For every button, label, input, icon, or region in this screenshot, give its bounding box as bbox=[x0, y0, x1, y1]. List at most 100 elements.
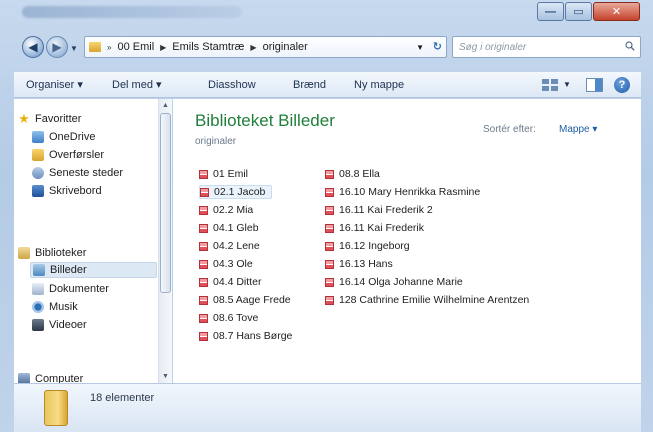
nav-pictures[interactable]: Billeder bbox=[30, 262, 157, 278]
recent-places-icon bbox=[32, 167, 44, 179]
organize-button[interactable]: Organiser ▾ bbox=[20, 78, 89, 91]
file-item[interactable]: 16.14 Olga Johanne Marie bbox=[325, 275, 463, 289]
videos-icon bbox=[32, 319, 44, 331]
nav-videos[interactable]: Videoer bbox=[32, 317, 87, 333]
breadcrumb-emils-stamtrae[interactable]: Emils Stamtræ bbox=[172, 41, 244, 53]
search-placeholder: Søg i originaler bbox=[459, 41, 527, 53]
nav-recent-places[interactable]: Seneste steder bbox=[32, 165, 123, 181]
file-item[interactable]: 04.4 Ditter bbox=[199, 275, 261, 289]
file-name: 128 Cathrine Emilie Wilhelmine Arentzen bbox=[339, 294, 530, 306]
file-item[interactable]: 16.12 Ingeborg bbox=[325, 239, 410, 253]
sort-by-dropdown[interactable]: Mappe ▾ bbox=[559, 124, 597, 135]
nav-libraries[interactable]: Biblioteker bbox=[18, 245, 86, 261]
file-item[interactable]: 02.2 Mia bbox=[199, 203, 253, 217]
nav-favorites[interactable]: ★ Favoritter bbox=[18, 111, 81, 127]
nav-onedrive[interactable]: OneDrive bbox=[32, 129, 95, 145]
views-dropdown-icon[interactable]: ▼ bbox=[563, 80, 571, 89]
file-name: 02.1 Jacob bbox=[214, 186, 266, 198]
pictures-icon bbox=[33, 264, 45, 276]
folder-icon bbox=[89, 42, 101, 52]
arrow-right-icon: ▶ bbox=[52, 40, 62, 54]
file-item[interactable]: 04.1 Gleb bbox=[199, 221, 259, 235]
search-icon[interactable] bbox=[625, 41, 635, 51]
back-button[interactable]: ◀ bbox=[22, 36, 44, 58]
file-name: 01 Emil bbox=[213, 168, 249, 180]
help-icon[interactable]: ? bbox=[614, 77, 630, 93]
file-item[interactable]: 08.7 Hans Børge bbox=[199, 329, 292, 343]
pdf-file-icon bbox=[199, 331, 208, 341]
pdf-file-icon bbox=[199, 295, 208, 305]
file-name: 04.4 Ditter bbox=[213, 276, 262, 288]
refresh-icon[interactable]: ↻ bbox=[433, 40, 442, 53]
nav-downloads-label: Overførsler bbox=[49, 149, 104, 161]
file-item[interactable]: 16.11 Kai Frederik 2 bbox=[325, 203, 433, 217]
nav-downloads[interactable]: Overførsler bbox=[32, 147, 104, 163]
star-icon: ★ bbox=[18, 111, 30, 126]
file-item[interactable]: 16.13 Hans bbox=[325, 257, 393, 271]
address-bar[interactable]: » 00 Emil ▶ Emils Stamtræ ▶ originaler ▼… bbox=[84, 36, 447, 58]
file-name: 04.3 Ole bbox=[213, 258, 253, 270]
new-folder-button[interactable]: Ny mappe bbox=[348, 79, 410, 91]
file-item[interactable]: 08.6 Tove bbox=[199, 311, 258, 325]
scroll-up-icon[interactable]: ▲ bbox=[159, 99, 172, 112]
pdf-file-icon bbox=[199, 169, 208, 179]
file-item[interactable]: 08.8 Ella bbox=[325, 167, 380, 181]
file-name: 08.7 Hans Børge bbox=[213, 330, 293, 342]
nav-music[interactable]: Musik bbox=[32, 299, 78, 315]
file-item[interactable]: 04.3 Ole bbox=[199, 257, 253, 271]
pdf-file-icon bbox=[199, 223, 208, 233]
nav-onedrive-label: OneDrive bbox=[49, 131, 96, 143]
file-item[interactable]: 01 Emil bbox=[199, 167, 248, 181]
file-item[interactable]: 08.5 Aage Frede bbox=[199, 293, 291, 307]
file-item[interactable]: 02.1 Jacob bbox=[199, 185, 273, 199]
file-item[interactable]: 16.10 Mary Henrikka Rasmine bbox=[325, 185, 480, 199]
recent-pages-dropdown[interactable]: ▼ bbox=[70, 44, 78, 53]
breadcrumb-00-emil[interactable]: 00 Emil bbox=[117, 41, 154, 53]
pdf-file-icon bbox=[200, 187, 209, 197]
nav-scrollbar[interactable]: ▲ ▼ bbox=[158, 99, 172, 383]
pdf-file-icon bbox=[325, 277, 334, 287]
file-name: 08.5 Aage Frede bbox=[213, 294, 291, 306]
breadcrumb-originaler[interactable]: originaler bbox=[263, 41, 308, 53]
preview-pane-icon[interactable] bbox=[586, 78, 603, 92]
nav-recent-places-label: Seneste steder bbox=[49, 167, 123, 179]
navigation-pane: ★ Favoritter OneDrive Overførsler Senest… bbox=[14, 99, 172, 383]
close-button[interactable]: ✕ bbox=[593, 2, 640, 21]
documents-icon bbox=[32, 283, 44, 295]
file-item[interactable]: 128 Cathrine Emilie Wilhelmine Arentzen bbox=[325, 293, 529, 307]
scroll-down-icon[interactable]: ▼ bbox=[159, 370, 172, 383]
slideshow-button[interactable]: Diasshow bbox=[202, 79, 262, 91]
details-pane: 18 elementer bbox=[14, 383, 641, 432]
window-title bbox=[22, 6, 242, 18]
file-item[interactable]: 04.2 Lene bbox=[199, 239, 260, 253]
chevron-right-icon[interactable]: ▶ bbox=[250, 43, 256, 52]
nav-documents[interactable]: Dokumenter bbox=[32, 281, 109, 297]
nav-desktop[interactable]: Skrivebord bbox=[32, 183, 102, 199]
views-icon[interactable] bbox=[541, 78, 559, 92]
scroll-thumb[interactable] bbox=[160, 113, 171, 293]
nav-favorites-label: Favoritter bbox=[35, 113, 82, 125]
address-dropdown-icon[interactable]: ▼ bbox=[416, 43, 424, 52]
pdf-file-icon bbox=[325, 169, 334, 179]
maximize-button[interactable]: ▭ bbox=[565, 2, 592, 21]
libraries-icon bbox=[18, 247, 30, 259]
file-item[interactable]: 16.11 Kai Frederik bbox=[325, 221, 424, 235]
pdf-file-icon bbox=[199, 277, 208, 287]
nav-videos-label: Videoer bbox=[49, 319, 87, 331]
file-name: 04.2 Lene bbox=[213, 240, 260, 252]
burn-button[interactable]: Brænd bbox=[287, 79, 332, 91]
pdf-file-icon bbox=[199, 259, 208, 269]
pdf-file-icon bbox=[325, 259, 334, 269]
explorer-window: — ▭ ✕ ◀ ▶ ▼ » 00 Emil ▶ Emils Stamtræ ▶ … bbox=[0, 0, 653, 432]
chevron-right-icon[interactable]: ▶ bbox=[160, 43, 166, 52]
chevron-right-icon[interactable]: » bbox=[107, 43, 111, 52]
forward-button[interactable]: ▶ bbox=[46, 36, 68, 58]
file-name: 16.14 Olga Johanne Marie bbox=[339, 276, 463, 288]
nav-computer[interactable]: Computer bbox=[18, 371, 83, 383]
share-with-button[interactable]: Del med ▾ bbox=[106, 78, 168, 91]
arrow-left-icon: ◀ bbox=[28, 40, 38, 54]
onedrive-folder-icon bbox=[32, 131, 44, 143]
search-input[interactable]: Søg i originaler bbox=[452, 36, 641, 58]
minimize-button[interactable]: — bbox=[537, 2, 564, 21]
nav-desktop-label: Skrivebord bbox=[49, 185, 102, 197]
